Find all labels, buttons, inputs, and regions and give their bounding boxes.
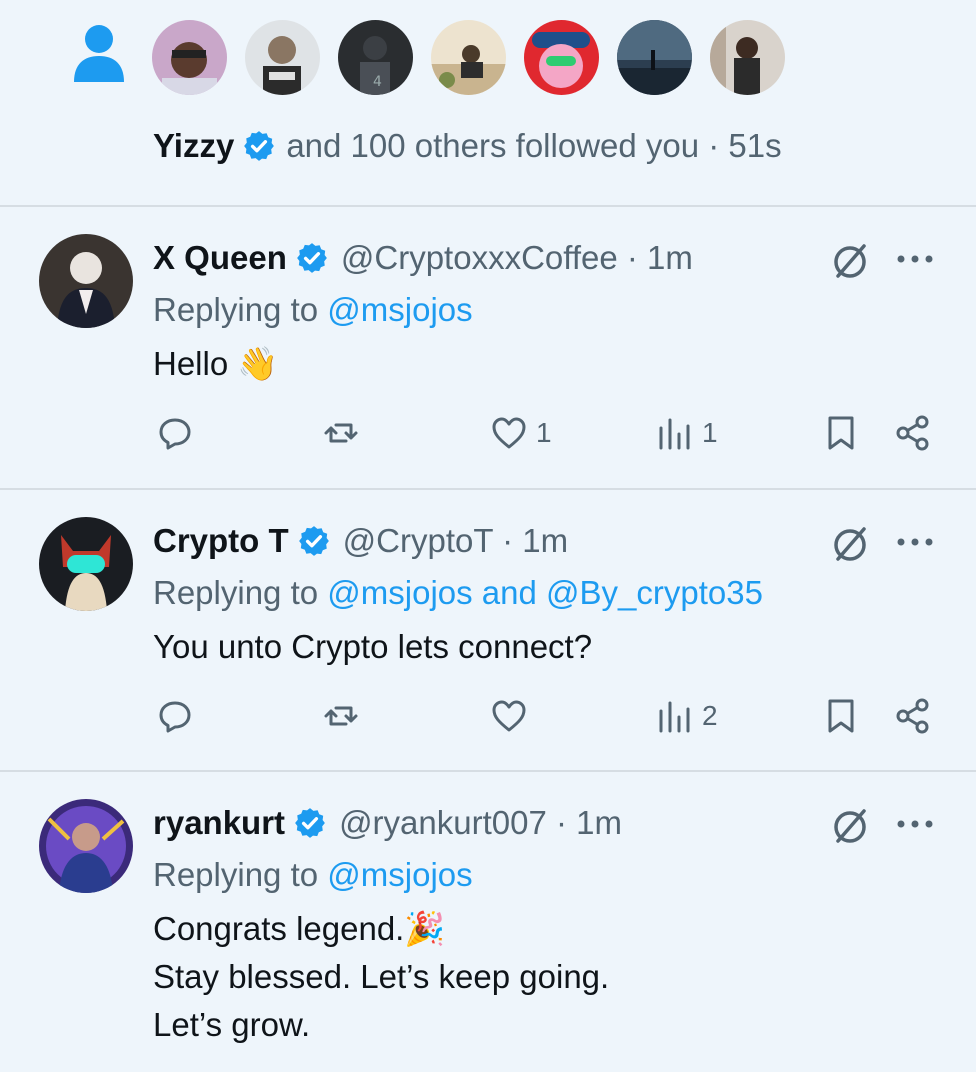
like-count: 1 bbox=[536, 417, 552, 448]
bookmark-button[interactable] bbox=[822, 697, 860, 735]
share-icon bbox=[896, 415, 929, 451]
handle-time[interactable]: @CryptoT · 1m bbox=[343, 519, 568, 563]
verified-badge-icon bbox=[298, 526, 329, 556]
heart-icon bbox=[492, 700, 526, 732]
divider bbox=[0, 205, 976, 207]
divider bbox=[0, 770, 976, 772]
verified-badge-icon bbox=[297, 243, 327, 273]
reply-header: ryankurt @ryankurt007 · 1m bbox=[153, 801, 622, 845]
reply-header: Crypto T @CryptoT · 1m bbox=[153, 519, 568, 563]
replying-prefix: Replying to bbox=[153, 574, 319, 611]
verified-badge-icon bbox=[244, 131, 275, 161]
person-icon bbox=[74, 25, 124, 82]
share-button[interactable] bbox=[894, 697, 932, 735]
like-button[interactable]: 1 bbox=[490, 414, 552, 452]
views-button[interactable]: 2 bbox=[656, 697, 718, 735]
mention-link[interactable]: @msjojos and @By_crypto35 bbox=[327, 574, 763, 611]
replying-to: Replying to @msjojos and @By_crypto35 bbox=[153, 571, 763, 615]
share-button[interactable] bbox=[894, 414, 932, 452]
reply-button[interactable] bbox=[156, 414, 194, 452]
follower-avatar-3[interactable]: 4 bbox=[338, 20, 413, 95]
share-icon bbox=[896, 698, 929, 734]
follow-summary: Yizzy and 100 others followed you · 51s bbox=[153, 124, 782, 168]
reply-item[interactable]: Crypto T @CryptoT · 1m Replying to @msjo… bbox=[0, 491, 976, 771]
more-options-icon[interactable] bbox=[894, 242, 936, 276]
reply-item[interactable]: ryankurt @ryankurt007 · 1m Replying to @… bbox=[0, 773, 976, 1072]
view-count: 2 bbox=[702, 700, 718, 731]
handle-time[interactable]: @ryankurt007 · 1m bbox=[339, 801, 622, 845]
replying-prefix: Replying to bbox=[153, 856, 319, 893]
replying-to: Replying to @msjojos bbox=[153, 288, 473, 332]
display-name[interactable]: ryankurt bbox=[153, 801, 285, 845]
views-icon bbox=[659, 701, 690, 733]
avatar[interactable] bbox=[39, 799, 133, 893]
reply-icon bbox=[159, 418, 191, 450]
follower-avatar-5[interactable] bbox=[524, 20, 599, 95]
bookmark-icon bbox=[828, 416, 854, 450]
more-options-icon[interactable] bbox=[894, 807, 936, 841]
follower-avatar-6[interactable] bbox=[617, 20, 692, 95]
bookmark-button[interactable] bbox=[822, 414, 860, 452]
reply-icon bbox=[159, 701, 191, 733]
svg-text:4: 4 bbox=[373, 74, 382, 90]
grok-icon[interactable] bbox=[830, 242, 870, 282]
follow-summary-text: and 100 others followed you · 51s bbox=[286, 127, 782, 164]
follower-avatar-7[interactable] bbox=[710, 20, 785, 95]
action-bar: 1 1 bbox=[0, 414, 976, 462]
views-button[interactable]: 1 bbox=[656, 414, 718, 452]
display-name[interactable]: X Queen bbox=[153, 236, 287, 280]
views-icon bbox=[659, 418, 690, 450]
view-count: 1 bbox=[702, 417, 718, 448]
reply-text: Hello 👋 bbox=[153, 345, 279, 382]
avatar[interactable] bbox=[39, 517, 133, 611]
mention-link[interactable]: @msjojos bbox=[327, 856, 472, 893]
reply-text: You unto Crypto lets connect? bbox=[153, 628, 593, 665]
repost-icon bbox=[324, 423, 358, 443]
like-button[interactable] bbox=[490, 697, 536, 735]
repost-icon bbox=[324, 706, 358, 726]
follower-avatar-1[interactable] bbox=[152, 20, 227, 95]
handle-time[interactable]: @CryptoxxxCoffee · 1m bbox=[341, 236, 693, 280]
repost-button[interactable] bbox=[322, 697, 360, 735]
avatar[interactable] bbox=[39, 234, 133, 328]
reply-item[interactable]: X Queen @CryptoxxxCoffee · 1m Replying t… bbox=[0, 208, 976, 488]
reply-text: Congrats legend.🎉 Stay blessed. Let’s ke… bbox=[153, 910, 610, 1043]
bookmark-icon bbox=[828, 699, 854, 733]
reply-header: X Queen @CryptoxxxCoffee · 1m bbox=[153, 236, 693, 280]
grok-icon[interactable] bbox=[830, 525, 870, 565]
reply-button[interactable] bbox=[156, 697, 194, 735]
follower-avatars: 4 bbox=[152, 20, 785, 95]
follower-avatar-2[interactable] bbox=[245, 20, 320, 95]
mention-link[interactable]: @msjojos bbox=[327, 291, 472, 328]
verified-badge-icon bbox=[295, 808, 325, 838]
action-bar: 2 bbox=[0, 697, 976, 745]
follow-notification[interactable]: 4 Yizzy and 100 others followed you · 51… bbox=[0, 0, 976, 206]
follower-name[interactable]: Yizzy bbox=[153, 124, 234, 168]
display-name[interactable]: Crypto T bbox=[153, 519, 289, 563]
grok-icon[interactable] bbox=[830, 807, 870, 847]
more-options-icon[interactable] bbox=[894, 525, 936, 559]
repost-button[interactable] bbox=[322, 414, 360, 452]
replying-prefix: Replying to bbox=[153, 291, 319, 328]
follower-avatar-4[interactable] bbox=[431, 20, 506, 95]
heart-icon bbox=[492, 417, 526, 449]
replying-to: Replying to @msjojos bbox=[153, 853, 473, 897]
divider bbox=[0, 488, 976, 490]
